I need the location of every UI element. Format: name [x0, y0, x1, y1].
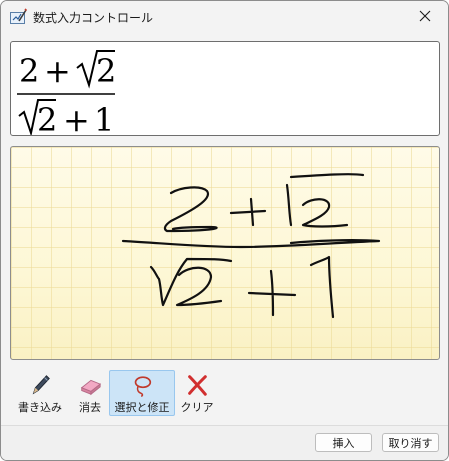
- math-input-app-icon: [10, 8, 27, 24]
- window-title: 数式入力コントロール: [33, 11, 154, 25]
- math-input-window: 数式入力コントロール 2 + 2 2 + 1 書き込み 消去 選択と修正 クリア…: [0, 0, 449, 461]
- erase-tool-label: 消去: [79, 401, 101, 414]
- ink-stroke-2-bottom: [175, 266, 223, 307]
- clear-icon: [188, 375, 207, 396]
- ink-stroke-1-bottom: [309, 255, 335, 319]
- numerator: 2 + 2: [19, 50, 116, 90]
- clear-tool-button[interactable]: クリア: [177, 370, 217, 416]
- cancel-button[interactable]: 取り消す: [382, 433, 439, 452]
- close-button[interactable]: [402, 1, 448, 31]
- math-preview-formula: 2 + 2 2 + 1: [17, 50, 116, 135]
- numerator-radicand: 2: [96, 52, 116, 90]
- ink-stroke-2-top: [163, 186, 218, 233]
- clear-tool-label: クリア: [180, 401, 214, 414]
- eraser-icon: [80, 379, 102, 396]
- erase-tool-button[interactable]: 消去: [73, 370, 107, 416]
- pen-icon: [32, 375, 50, 395]
- dialog-footer: 挿入 取り消す: [1, 425, 448, 460]
- ink-stroke-plus-top: [229, 197, 267, 227]
- title-bar: 数式入力コントロール: [1, 1, 448, 33]
- math-preview: 2 + 2 2 + 1: [10, 41, 440, 136]
- numerator-operator: +: [44, 52, 71, 90]
- denominator-radicand: 2: [37, 101, 57, 135]
- tool-palette: 書き込み 消去 選択と修正 クリア: [9, 370, 217, 418]
- select-correct-tool-label: 選択と修正: [114, 401, 170, 414]
- numerator-left: 2: [19, 52, 39, 90]
- write-tool-label: 書き込み: [18, 401, 62, 414]
- close-icon: [419, 10, 431, 22]
- insert-button[interactable]: 挿入: [315, 433, 372, 452]
- lasso-icon: [134, 376, 152, 397]
- ink-stroke-fraction-bar: [121, 239, 381, 249]
- denominator-operator: +: [63, 101, 90, 135]
- select-correct-tool-button[interactable]: 選択と修正: [109, 370, 175, 416]
- write-tool-button[interactable]: 書き込み: [9, 370, 71, 416]
- handwritten-ink: [121, 173, 381, 319]
- handwriting-pad[interactable]: [10, 146, 440, 360]
- denominator-right: 1: [94, 101, 114, 135]
- ink-stroke-sqrt-top: [285, 173, 365, 228]
- ink-stroke-plus-bottom: [247, 269, 297, 317]
- denominator: 2 + 1: [18, 99, 114, 135]
